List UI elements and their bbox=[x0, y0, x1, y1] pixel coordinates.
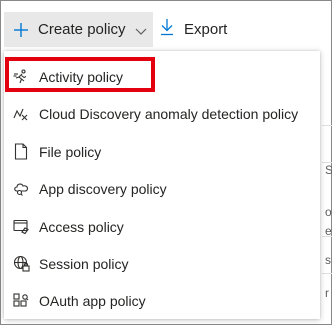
toolbar: Create policy Export bbox=[0, 0, 332, 50]
plus-icon bbox=[13, 22, 29, 38]
menu-item-session-policy[interactable]: Session policy bbox=[4, 245, 320, 282]
menu-item-access-policy[interactable]: Access policy bbox=[4, 208, 320, 245]
menu-item-label: File policy bbox=[39, 143, 102, 160]
create-policy-dropdown-menu: Activity policy Cloud Discovery anomaly … bbox=[4, 51, 320, 319]
table-cell-fragment: s bbox=[325, 253, 331, 267]
menu-item-label: Activity policy bbox=[39, 68, 124, 85]
chevron-down-icon bbox=[135, 24, 147, 36]
menu-item-label: Session policy bbox=[39, 255, 129, 272]
menu-item-anomaly-detection-policy[interactable]: Cloud Discovery anomaly detection policy bbox=[4, 95, 320, 132]
file-icon bbox=[12, 143, 30, 161]
table-cell-fragment: r bbox=[325, 286, 329, 300]
activity-icon bbox=[12, 68, 30, 86]
download-icon bbox=[160, 18, 174, 41]
menu-item-label: Cloud Discovery anomaly detection policy bbox=[39, 105, 299, 122]
create-policy-button[interactable]: Create policy bbox=[4, 12, 153, 47]
table-cell-fragment: e bbox=[325, 224, 332, 238]
export-button[interactable]: Export bbox=[160, 12, 227, 47]
export-label: Export bbox=[184, 21, 228, 38]
menu-item-file-policy[interactable]: File policy bbox=[4, 133, 320, 170]
access-icon bbox=[12, 218, 30, 236]
cloud-icon bbox=[12, 180, 30, 198]
create-policy-label: Create policy bbox=[38, 21, 126, 38]
oauth-icon bbox=[12, 292, 30, 310]
table-cell-fragment: S bbox=[325, 163, 332, 177]
table-divider bbox=[322, 125, 332, 126]
globe-icon bbox=[12, 255, 30, 273]
menu-item-oauth-app-policy[interactable]: OAuth app policy bbox=[4, 282, 320, 319]
table-cell-fragment: o bbox=[325, 205, 332, 219]
menu-item-label: Access policy bbox=[39, 218, 124, 235]
menu-item-label: App discovery policy bbox=[39, 180, 167, 197]
menu-item-app-discovery-policy[interactable]: App discovery policy bbox=[4, 170, 320, 207]
menu-item-activity-policy[interactable]: Activity policy bbox=[4, 58, 320, 95]
table-divider bbox=[322, 273, 332, 274]
anomaly-icon bbox=[12, 105, 30, 123]
menu-item-label: OAuth app policy bbox=[39, 292, 146, 309]
